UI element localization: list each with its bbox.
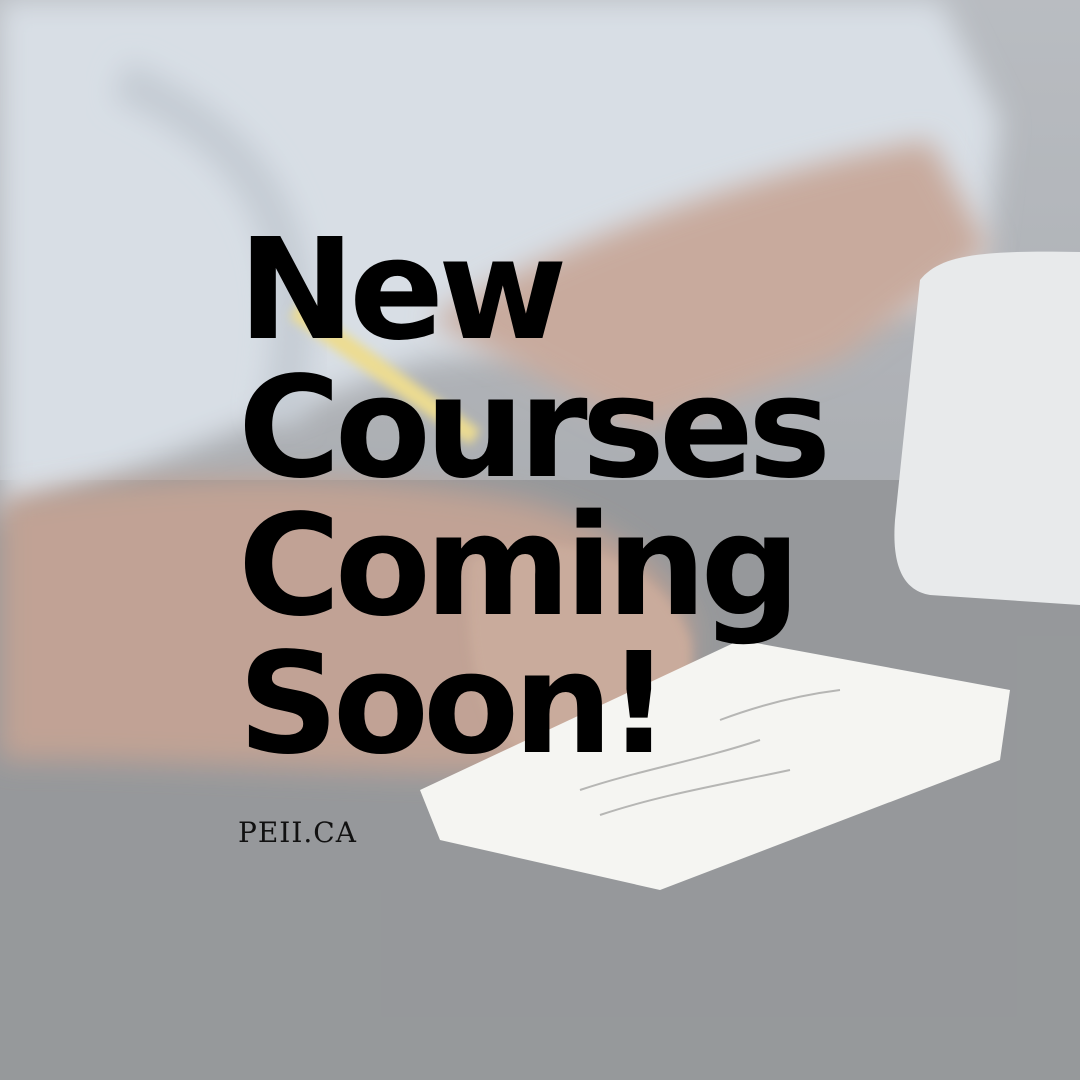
headline-line-3: Coming (238, 485, 801, 648)
headline-line-2: Courses (238, 347, 831, 510)
promo-graphic: New Courses Coming Soon! PEII.CA (0, 0, 1080, 1080)
headline-line-1: New (238, 209, 567, 372)
website-label: PEII.CA (238, 816, 357, 849)
headline-line-4: Soon! (238, 623, 671, 786)
headline: New Courses Coming Soon! (238, 209, 831, 786)
